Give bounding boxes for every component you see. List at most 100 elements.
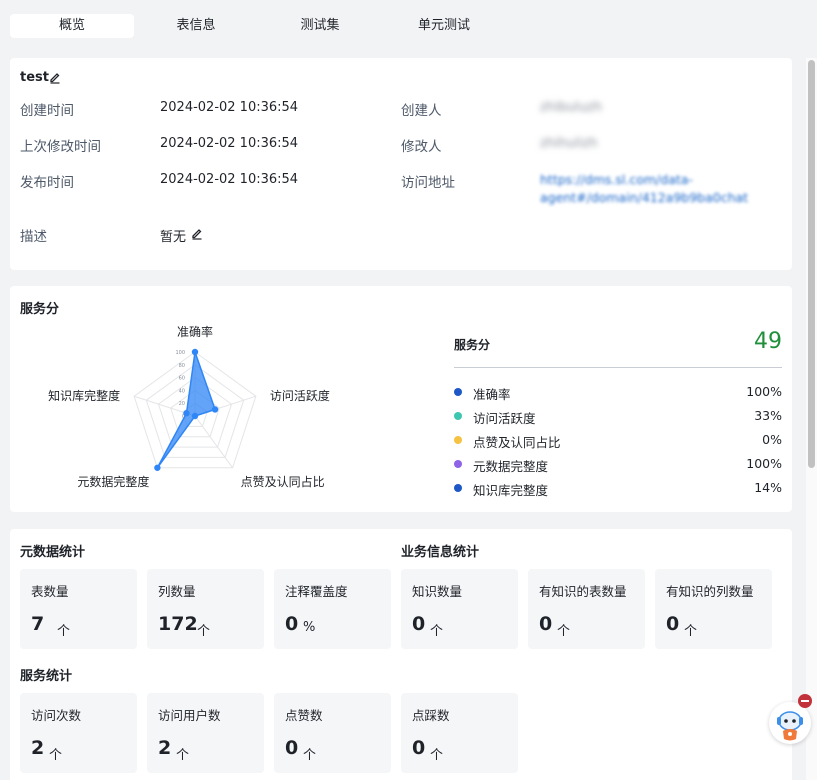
description-label: 描述 xyxy=(20,229,47,245)
radar-axis-label: 准确率 xyxy=(177,324,213,339)
modified-time-label: 上次修改时间 xyxy=(20,139,101,155)
modifier-label: 修改人 xyxy=(401,139,442,155)
legend-row-activity: 访问活跃度 33% xyxy=(454,406,782,426)
radar-tick-label: 100 xyxy=(175,350,185,356)
legend-row-accuracy: 准确率 100% xyxy=(454,382,782,402)
radar-axis-label: 知识库完整度 xyxy=(48,388,120,403)
legend-dot xyxy=(454,436,462,444)
radar-chart: 020406080100准确率访问活跃度点赞及认同占比元数据完整度知识库完整度 xyxy=(48,324,330,489)
legend-value: 0% xyxy=(762,432,782,447)
stat-columns-with-knowledge: 有知识的列数量 0 个 xyxy=(655,569,772,649)
legend-name: 点赞及认同占比 xyxy=(473,435,561,450)
radar-data-point xyxy=(211,406,219,413)
tab-test-set[interactable]: 测试集 xyxy=(258,14,382,38)
creator-value: zhibuluzh xyxy=(540,100,603,115)
radar-data-point xyxy=(154,464,161,471)
stat-label: 注释覆盖度 xyxy=(285,584,348,599)
legend-name: 访问活跃度 xyxy=(473,411,536,426)
radar-data-point xyxy=(183,410,190,417)
stat-label: 点踩数 xyxy=(412,708,450,723)
radar-data-point xyxy=(191,348,199,356)
radar-axis-label: 元数据完整度 xyxy=(77,474,149,489)
stat-label: 知识数量 xyxy=(412,584,463,599)
stat-visitor-count: 访问用户数 2 个 xyxy=(147,693,264,773)
stat-value: 0 xyxy=(285,737,299,759)
legend-name: 元数据完整度 xyxy=(473,459,549,474)
stat-label: 有知识的表数量 xyxy=(539,584,627,599)
stat-tables-with-knowledge: 有知识的表数量 0 个 xyxy=(528,569,645,649)
stat-value: 0 xyxy=(666,613,680,635)
stat-value: 0 xyxy=(539,613,553,635)
radar-tick-label: 80 xyxy=(179,363,185,369)
stat-label: 访问用户数 xyxy=(158,708,221,723)
scrollbar-thumb[interactable] xyxy=(808,60,815,468)
stat-knowledge-count: 知识数量 0 个 xyxy=(401,569,518,649)
stat-value: 0 xyxy=(285,613,299,635)
stat-value: 0 xyxy=(412,737,426,759)
statistics-card: 元数据统计 业务信息统计 表数量 7 个 列数量 172 个 注释覆盖度 0 %… xyxy=(10,529,792,780)
stat-label: 有知识的列数量 xyxy=(666,584,754,599)
stat-dislike-count: 点踩数 0 个 xyxy=(401,693,518,773)
edit-pencil-icon[interactable] xyxy=(49,72,61,84)
minus-close-icon[interactable] xyxy=(798,694,812,708)
radar-tick-label: 40 xyxy=(179,388,185,394)
stat-unit: 个 xyxy=(57,624,71,639)
radar-series-area xyxy=(156,351,217,469)
radar-tick-label: 60 xyxy=(179,376,185,382)
published-time-label: 发布时间 xyxy=(20,175,74,191)
modified-time-value: 2024-02-02 10:36:54 xyxy=(160,136,299,151)
access-url-link[interactable]: https://dms.sl.com/data- agent#/domain/4… xyxy=(540,171,790,207)
score-label: 服务分 xyxy=(454,338,491,352)
radar-axis-label: 访问活跃度 xyxy=(270,388,330,403)
radar-data-point xyxy=(191,412,199,420)
assistant-button[interactable] xyxy=(769,702,811,744)
service-stats-title: 服务统计 xyxy=(20,669,73,684)
legend-value: 14% xyxy=(754,480,782,495)
legend-dot xyxy=(454,484,462,492)
url-label: 访问地址 xyxy=(401,175,455,191)
stat-unit: 个 xyxy=(176,748,190,763)
stat-unit: 个 xyxy=(430,624,444,639)
legend-value: 33% xyxy=(754,408,782,423)
stat-label: 列数量 xyxy=(158,584,196,599)
legend-dot xyxy=(454,388,462,396)
edit-description-icon[interactable] xyxy=(191,228,203,240)
published-time-value: 2024-02-02 10:36:54 xyxy=(160,172,299,187)
radar-axis-label: 点赞及认同占比 xyxy=(241,474,325,489)
tab-unit-test[interactable]: 单元测试 xyxy=(382,14,506,38)
stat-value: 0 xyxy=(412,613,426,635)
stat-unit: 个 xyxy=(49,748,63,763)
stat-unit: 个 xyxy=(197,624,211,639)
stat-unit: 个 xyxy=(684,624,698,639)
assistant-robot-icon xyxy=(777,711,803,741)
legend-row-knowledge: 知识库完整度 14% xyxy=(454,478,782,498)
agent-name: test xyxy=(20,70,49,85)
info-card: test 创建时间 2024-02-02 10:36:54 创建人 zhibul… xyxy=(10,58,792,270)
score-divider xyxy=(454,367,782,368)
stat-label: 访问次数 xyxy=(31,708,82,723)
stat-unit: 个 xyxy=(430,748,444,763)
tab-table-info[interactable]: 表信息 xyxy=(134,14,258,38)
creator-label: 创建人 xyxy=(401,103,442,119)
metadata-stats-title: 元数据统计 xyxy=(20,545,86,560)
legend-value: 100% xyxy=(746,456,782,471)
modifier-value: zhihulizh xyxy=(540,136,598,151)
description-value: 暂无 xyxy=(160,230,187,245)
legend-row-likes: 点赞及认同占比 0% xyxy=(454,430,782,450)
stat-value: 2 xyxy=(158,737,172,759)
legend-name: 知识库完整度 xyxy=(473,483,549,498)
score-value: 49 xyxy=(754,329,782,354)
stat-value: 2 xyxy=(31,737,45,759)
stat-comment-coverage: 注释覆盖度 0 % xyxy=(274,569,391,649)
stat-label: 表数量 xyxy=(31,584,69,599)
tab-overview[interactable]: 概览 xyxy=(10,14,134,38)
stat-visit-count: 访问次数 2 个 xyxy=(20,693,137,773)
legend-name: 准确率 xyxy=(473,387,511,402)
stat-value: 7 xyxy=(31,613,45,635)
created-time-value: 2024-02-02 10:36:54 xyxy=(160,100,299,115)
stat-unit: 个 xyxy=(303,748,317,763)
stat-value: 172 xyxy=(158,613,198,635)
url-line-2: agent#/domain/412a9b9ba0chat xyxy=(540,190,749,205)
legend-row-metadata: 元数据完整度 100% xyxy=(454,454,782,474)
stat-column-count: 列数量 172 个 xyxy=(147,569,264,649)
